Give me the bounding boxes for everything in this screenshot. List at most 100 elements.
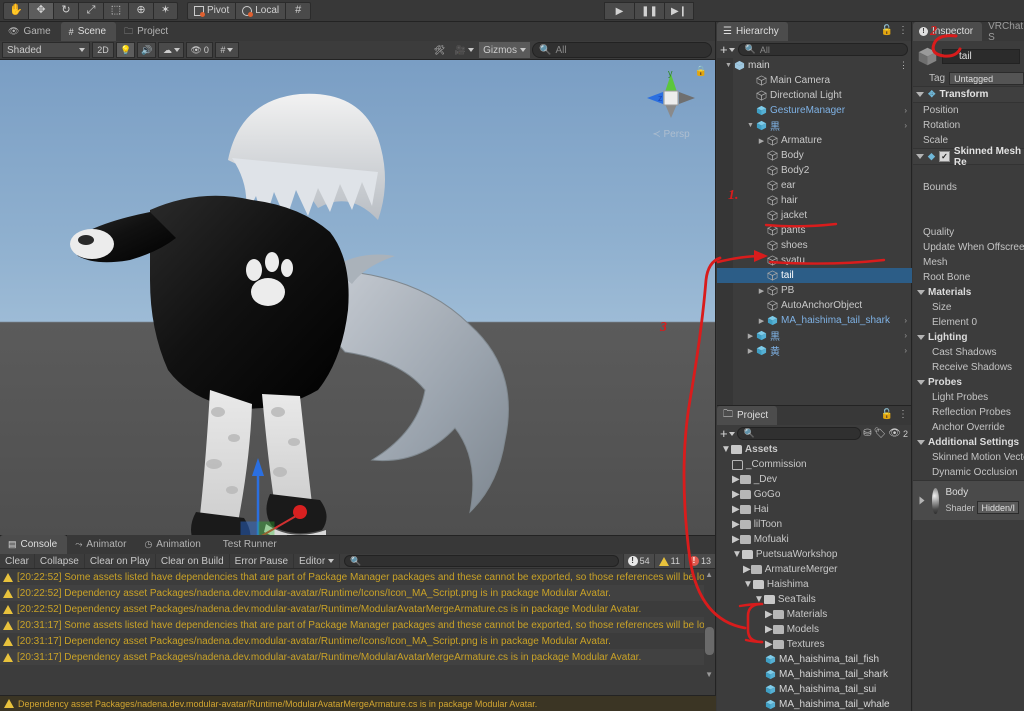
scene-camera-grid-button[interactable]: # <box>214 42 239 58</box>
project-item-armaturemerger[interactable]: ▶ ArmatureMerger <box>717 562 912 577</box>
property-position[interactable]: Position <box>913 103 1024 118</box>
grid-snapping-button[interactable]: # <box>286 1 312 20</box>
scene-lighting-toggle[interactable]: 💡 <box>116 42 136 58</box>
scene-fx-dropdown[interactable]: ☁ <box>158 42 185 58</box>
console-scrollbar[interactable]: ▲ ▼ <box>704 569 715 680</box>
console-log-row[interactable]: [20:22:52] Dependency asset Packages/nad… <box>0 601 710 617</box>
property-light-probes[interactable]: Light Probes <box>913 390 1024 405</box>
step-button[interactable]: ▶❙ <box>664 2 694 20</box>
kebab-menu-icon[interactable]: ⋮ <box>899 60 908 71</box>
console-log-list[interactable]: [20:22:52] Some assets listed have depen… <box>0 569 710 680</box>
tab-console[interactable]: ▤ Console <box>0 535 68 554</box>
scene-audio-toggle[interactable]: 🔊 <box>137 42 157 58</box>
foldout-icon[interactable] <box>916 92 924 97</box>
tab-project[interactable]: 🗀 Project <box>717 406 778 425</box>
hierarchy-item-main-camera[interactable]: Main Camera <box>717 73 912 88</box>
console-clear-button[interactable]: Clear <box>0 554 35 568</box>
scene-viewport[interactable]: z y 🔒 ≺ Persp <box>0 60 715 535</box>
property-root-bone[interactable]: Root Bone <box>913 270 1024 285</box>
property-receive-shadows[interactable]: Receive Shadows <box>913 360 1024 375</box>
property-dynamic-occlusion[interactable]: Dynamic Occlusion <box>913 465 1024 480</box>
project-item-models[interactable]: ▶ Models <box>717 622 912 637</box>
project-item-assets[interactable]: ▼ Assets <box>717 442 912 457</box>
move-tool[interactable]: ✥ <box>28 1 53 20</box>
hierarchy-item--[interactable]: ▼ 黒 › <box>717 118 912 133</box>
tag-dropdown[interactable]: Untagged <box>949 72 1024 85</box>
open-prefab-icon[interactable]: › <box>904 316 907 325</box>
orientation-mode-button[interactable]: Local <box>236 1 287 20</box>
lock-icon[interactable]: 🔓 <box>881 409 893 420</box>
toggle-2d-button[interactable]: 2D <box>92 42 114 58</box>
warning-count-toggle[interactable]: 11 <box>653 554 684 568</box>
tab-game[interactable]: 👁 Game <box>0 22 61 41</box>
object-name-field[interactable]: tail <box>942 48 1020 64</box>
shading-mode-dropdown[interactable]: Shaded <box>2 42 90 58</box>
expand-arrow-right-icon[interactable]: ▶ <box>732 504 740 515</box>
tab-animator[interactable]: ⤳ Animator <box>67 535 137 554</box>
custom-tool[interactable]: ✶ <box>153 1 178 20</box>
property-quality[interactable]: Quality <box>913 225 1024 240</box>
expand-arrow-right-icon[interactable]: ▶ <box>765 609 773 620</box>
console-clear-on-build-button[interactable]: Clear on Build <box>156 554 230 568</box>
hierarchy-item-ma_haishima_tail_shark[interactable]: ▶ MA_haishima_tail_shark › <box>717 313 912 328</box>
expand-arrow-right-icon[interactable]: ▶ <box>745 332 756 340</box>
project-item-ma_haishima_tail_whale[interactable]: MA_haishima_tail_whale <box>717 697 912 711</box>
hand-tool[interactable]: ✋ <box>3 1 28 20</box>
hierarchy-item-armature[interactable]: ▶ Armature <box>717 133 912 148</box>
property-update-when-offscreen[interactable]: Update When Offscreen <box>913 240 1024 255</box>
foldout-icon[interactable] <box>917 335 925 340</box>
hierarchy-item-ear[interactable]: ear <box>717 178 912 193</box>
hierarchy-item-main[interactable]: ▼ main ⋮ <box>717 58 912 73</box>
lock-icon[interactable]: 🔒 <box>695 66 707 77</box>
console-collapse-button[interactable]: Collapse <box>35 554 85 568</box>
expand-arrow-right-icon[interactable]: ▶ <box>732 534 740 545</box>
scene-camera-button[interactable]: 🎥 <box>451 42 477 58</box>
console-log-row[interactable]: [20:31:17] Dependency asset Packages/nad… <box>0 633 710 649</box>
project-item-gogo[interactable]: ▶ GoGo <box>717 487 912 502</box>
console-log-row[interactable]: [20:31:17] Some assets listed have depen… <box>0 617 710 633</box>
scene-visibility-toggle[interactable]: 👁 0 <box>186 42 213 58</box>
console-log-row[interactable]: [20:22:52] Some assets listed have depen… <box>0 569 710 585</box>
component-enabled-checkbox[interactable]: ✓ <box>938 151 950 162</box>
project-item-materials[interactable]: ▶ Materials <box>717 607 912 622</box>
expand-arrow-right-icon[interactable]: ▶ <box>745 347 756 355</box>
error-count-toggle[interactable]: ! 13 <box>683 554 715 568</box>
project-item-haishima[interactable]: ▼ Haishima <box>717 577 912 592</box>
expand-arrow-right-icon[interactable]: ▶ <box>756 287 767 295</box>
expand-arrow-right-icon[interactable]: ▶ <box>732 519 740 530</box>
project-item-_commission[interactable]: _Commission <box>717 457 912 472</box>
expand-arrow-down-icon[interactable]: ▼ <box>732 549 742 560</box>
projection-label[interactable]: ≺ Persp <box>633 129 709 140</box>
info-count-toggle[interactable]: ! 54 <box>622 554 654 568</box>
kebab-menu-icon[interactable]: ⋮ <box>898 409 908 420</box>
expand-arrow-right-icon[interactable]: ▶ <box>756 317 767 325</box>
component-header-transform[interactable]: ✥ Transform <box>913 86 1024 103</box>
create-asset-button[interactable]: + <box>720 426 735 441</box>
hierarchy-item-gesturemanager[interactable]: GestureManager › <box>717 103 912 118</box>
console-log-row[interactable]: [20:22:52] Dependency asset Packages/nad… <box>0 585 710 601</box>
console-log-row[interactable]: [20:31:17] Dependency asset Packages/nad… <box>0 649 710 665</box>
hierarchy-item-body[interactable]: Body <box>717 148 912 163</box>
gizmos-dropdown[interactable]: Gizmos <box>479 42 530 58</box>
hierarchy-item-shoes[interactable]: shoes <box>717 238 912 253</box>
tab-animation[interactable]: ◷ Animation <box>136 535 211 554</box>
hierarchy-item-body2[interactable]: Body2 <box>717 163 912 178</box>
pivot-mode-button[interactable]: Pivot <box>187 1 237 20</box>
foldout-icon[interactable] <box>917 290 925 295</box>
project-item-puetsuaworkshop[interactable]: ▼ PuetsuaWorkshop <box>717 547 912 562</box>
property-element-0[interactable]: Element 0 <box>913 315 1024 330</box>
foldout-icon[interactable] <box>917 380 925 385</box>
project-item-ma_haishima_tail_fish[interactable]: MA_haishima_tail_fish <box>717 652 912 667</box>
hierarchy-item-tail[interactable]: tail <box>717 268 912 283</box>
property-lighting[interactable]: Lighting <box>913 330 1024 345</box>
property-materials[interactable]: Materials <box>913 285 1024 300</box>
hierarchy-item--[interactable]: ▶ 黄 › <box>717 343 912 358</box>
filter-by-label-icon[interactable]: 🏷 <box>874 428 887 439</box>
scrollbar-thumb[interactable] <box>705 627 714 655</box>
property-anchor-override[interactable]: Anchor Override <box>913 420 1024 435</box>
tab-inspector[interactable]: ! Inspector <box>913 22 983 41</box>
project-search-input[interactable]: 🔍 <box>736 427 862 440</box>
expand-arrow-right-icon[interactable]: ▶ <box>765 624 773 635</box>
shader-dropdown[interactable]: Hidden/I <box>977 501 1019 514</box>
scroll-up-icon[interactable]: ▲ <box>705 570 713 579</box>
